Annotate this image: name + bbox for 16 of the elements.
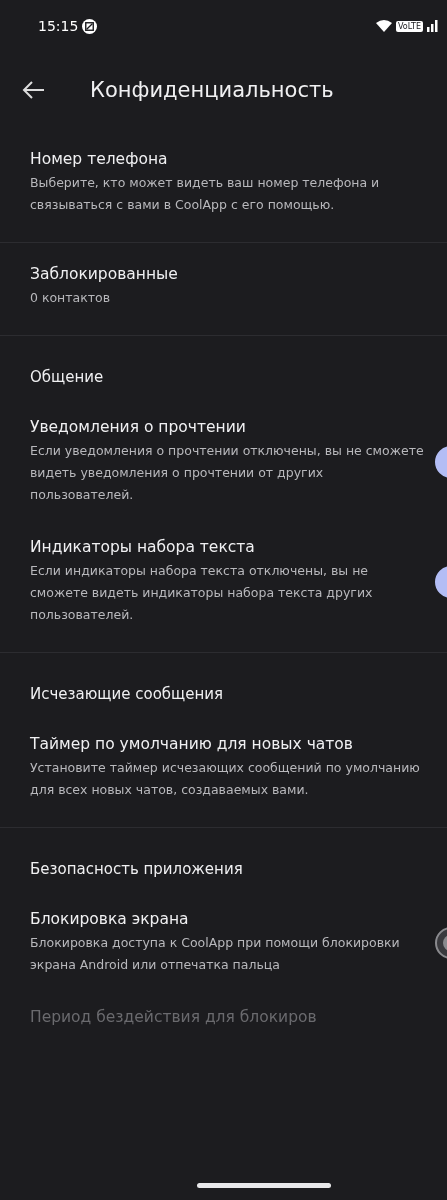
section-header: Общение	[29, 367, 105, 388]
volte-badge: VoLTE	[395, 20, 423, 32]
back-arrow-icon[interactable]	[22, 80, 46, 100]
settings-item[interactable]: Заблокированные 0 контактов	[0, 251, 447, 327]
status-time: 15:15	[38, 18, 79, 34]
settings-item[interactable]: Номер телефона Выберите, кто может видеть ваш номер телефона и связываться с вами в CoolApp с его помощью.	[0, 136, 447, 234]
settings-item[interactable]: Таймер по умолчанию для новых чатов Установите таймер исчезающих сообщений по умолчанию для всех новых чатов, создаваемых вами.	[0, 721, 447, 819]
screenshot-icon	[82, 18, 98, 34]
settings-item[interactable]: Уведомления о прочтении Если уведомления о прочтении отключены, вы не сможете видеть уведомления о прочтении от других пользователей.	[0, 404, 447, 524]
section-header: Исчезающие сообщения	[29, 684, 224, 705]
signal-icon	[427, 20, 439, 32]
settings-item[interactable]: Блокировка экрана Блокировка доступа к CoolApp при помощи блокировки экрана Android или отпечатка пальца	[0, 896, 447, 994]
wifi-icon	[375, 20, 392, 32]
settings-item[interactable]: Индикаторы набора текста Если индикаторы набора текста отключены, вы не сможете видеть индикаторы набора текста других пользователей.	[0, 524, 447, 644]
page-title: Конфиденциальность	[90, 78, 334, 102]
section-header: Безопасность приложения	[29, 859, 244, 880]
